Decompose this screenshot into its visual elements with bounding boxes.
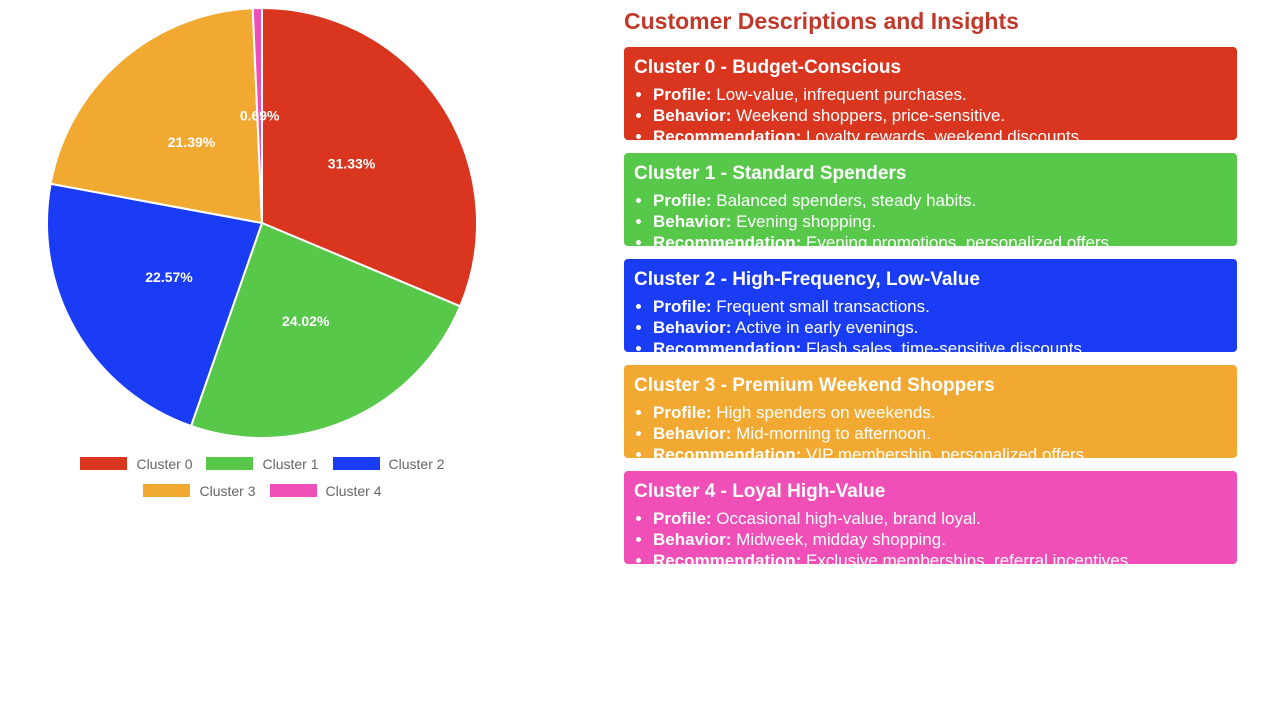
cluster-title: Cluster 1 - Standard Spenders bbox=[634, 163, 907, 184]
cluster-card-3: Cluster 3 - Premium Weekend Shoppers Pro… bbox=[624, 365, 1237, 464]
legend-swatch bbox=[332, 457, 380, 470]
legend-label: Cluster 1 bbox=[262, 455, 319, 472]
behavior-item: Behavior: Midweek, midday shopping. bbox=[653, 529, 1227, 550]
legend-swatch bbox=[206, 457, 254, 470]
recommendation-item: Recommendation: Exclusive memberships, r… bbox=[653, 550, 1227, 571]
legend-swatch bbox=[269, 484, 317, 497]
cluster-title: Cluster 3 - Premium Weekend Shoppers bbox=[634, 375, 995, 396]
profile-item: Profile: Low-value, infrequent purchases… bbox=[653, 84, 1227, 105]
insights-panel: Customer Descriptions and Insights Clust… bbox=[624, 0, 1237, 577]
legend-item-cluster-4[interactable]: Cluster 4 bbox=[269, 482, 382, 499]
pie-chart: 31.33% 24.02% 22.57% 21.39% 0.69% bbox=[46, 6, 478, 439]
recommendation-item: Recommendation: Flash sales, time-sensit… bbox=[653, 338, 1227, 359]
behavior-item: Behavior: Active in early evenings. bbox=[653, 317, 1227, 338]
behavior-item: Behavior: Evening shopping. bbox=[653, 211, 1227, 232]
behavior-item: Behavior: Mid-morning to afternoon. bbox=[653, 423, 1227, 444]
cluster-title: Cluster 2 - High-Frequency, Low-Value bbox=[634, 269, 980, 290]
insights-title: Customer Descriptions and Insights bbox=[624, 8, 1019, 34]
profile-item: Profile: Balanced spenders, steady habit… bbox=[653, 190, 1227, 211]
legend-label: Cluster 3 bbox=[199, 482, 256, 499]
cluster-title: Cluster 0 - Budget-Conscious bbox=[634, 57, 902, 78]
recommendation-item: Recommendation: Evening promotions, pers… bbox=[653, 232, 1227, 253]
recommendation-item: Recommendation: Loyalty rewards, weekend… bbox=[653, 126, 1227, 147]
legend-item-cluster-2[interactable]: Cluster 2 bbox=[332, 455, 445, 472]
legend-swatch bbox=[143, 484, 191, 497]
recommendation-item: Recommendation: VIP membership, personal… bbox=[653, 444, 1227, 465]
legend-label: Cluster 0 bbox=[136, 455, 193, 472]
slice-label-cluster-1: 24.02% bbox=[282, 313, 330, 329]
slice-label-cluster-0: 31.33% bbox=[328, 156, 376, 172]
slice-label-cluster-3: 21.39% bbox=[168, 134, 216, 150]
legend-label: Cluster 4 bbox=[325, 482, 382, 499]
legend-label: Cluster 2 bbox=[388, 455, 445, 472]
slice-label-cluster-4: 0.69% bbox=[240, 108, 280, 124]
chart-legend: Cluster 0 Cluster 1 Cluster 2 Cluster 3 … bbox=[0, 450, 525, 504]
cluster-title: Cluster 4 - Loyal High-Value bbox=[634, 481, 886, 502]
legend-item-cluster-0[interactable]: Cluster 0 bbox=[80, 456, 192, 472]
profile-item: Profile: Frequent small transactions. bbox=[653, 296, 1227, 317]
profile-item: Profile: Occasional high-value, brand lo… bbox=[653, 508, 1227, 529]
cluster-card-2: Cluster 2 - High-Frequency, Low-Value Pr… bbox=[624, 259, 1237, 358]
cluster-card-1: Cluster 1 - Standard Spenders Profile: B… bbox=[624, 153, 1237, 252]
cluster-card-4: Cluster 4 - Loyal High-Value Profile: Oc… bbox=[624, 471, 1237, 570]
slice-label-cluster-2: 22.57% bbox=[145, 269, 193, 285]
behavior-item: Behavior: Weekend shoppers, price-sensit… bbox=[653, 105, 1227, 126]
pie-chart-panel: 31.33% 24.02% 22.57% 21.39% 0.69% Cluster 0 … bbox=[0, 0, 560, 520]
legend-item-cluster-1[interactable]: Cluster 1 bbox=[206, 455, 319, 472]
cluster-card-0: Cluster 0 - Budget-Conscious Profile: Lo… bbox=[624, 47, 1237, 146]
profile-item: Profile: High spenders on weekends. bbox=[653, 402, 1227, 423]
legend-item-cluster-3[interactable]: Cluster 3 bbox=[143, 482, 256, 499]
legend-swatch bbox=[80, 457, 128, 470]
